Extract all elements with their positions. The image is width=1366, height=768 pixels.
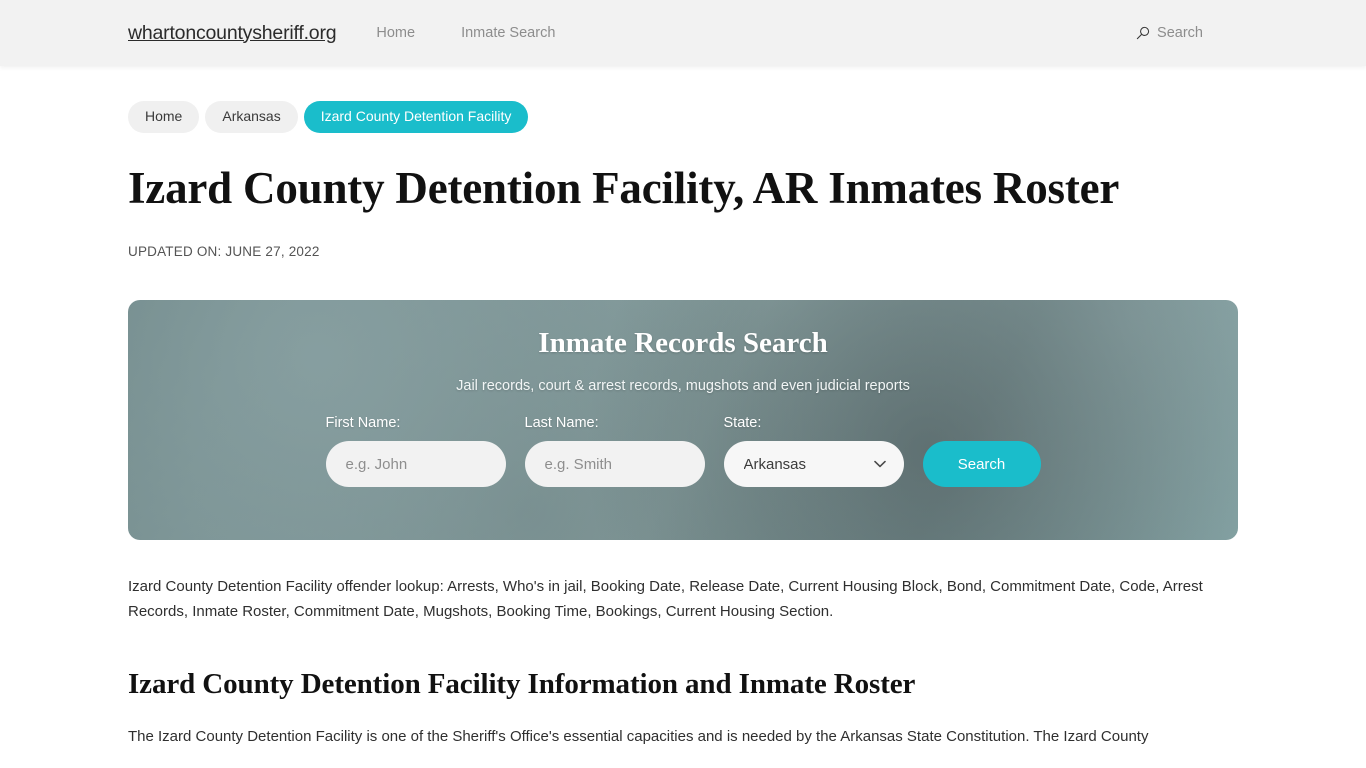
breadcrumb-item-current: Izard County Detention Facility (303, 101, 529, 133)
site-brand[interactable]: whartoncountysheriff.org (128, 22, 337, 45)
last-name-label: Last Name: (524, 415, 599, 432)
section-heading: Izard County Detention Facility Informat… (128, 667, 916, 700)
header-search-toggle[interactable]: Search (1136, 25, 1203, 41)
inmate-records-search-panel: Inmate Records Search Jail records, cour… (128, 300, 1238, 541)
search-panel-title: Inmate Records Search (538, 327, 828, 360)
nav-link-home[interactable]: Home (376, 25, 415, 41)
first-name-input[interactable] (325, 441, 506, 488)
last-name-field-group: Last Name: (524, 415, 705, 488)
breadcrumb-item-home[interactable]: Home (128, 101, 200, 133)
site-header: whartoncountysheriff.org Home Inmate Sea… (0, 0, 1366, 66)
first-name-label: First Name: (325, 415, 401, 432)
state-label: State: (723, 415, 762, 432)
header-search-label: Search (1157, 25, 1203, 41)
lead-paragraph: Izard County Detention Facility offender… (128, 578, 1203, 620)
search-panel-subtitle: Jail records, court & arrest records, mu… (456, 378, 910, 395)
state-select[interactable]: Arkansas (723, 441, 904, 488)
header-inner: whartoncountysheriff.org Home Inmate Sea… (128, 0, 1238, 66)
search-submit-button[interactable]: Search (922, 441, 1041, 488)
updated-on-text: UPDATED ON: JUNE 27, 2022 (128, 244, 320, 260)
search-icon (1136, 26, 1150, 40)
page-title: Izard County Detention Facility, AR Inma… (128, 162, 1120, 213)
nav-link-inmate-search[interactable]: Inmate Search (461, 25, 555, 41)
section-paragraph: The Izard County Detention Facility is o… (128, 727, 1149, 745)
main-nav: Home Inmate Search (376, 25, 555, 41)
breadcrumb: Home Arkansas Izard County Detention Fac… (128, 66, 1238, 133)
state-field-group: State: Arkansas (723, 415, 904, 488)
first-name-field-group: First Name: (325, 415, 506, 488)
state-select-wrap: Arkansas (723, 441, 904, 488)
last-name-input[interactable] (524, 441, 705, 488)
breadcrumb-item-arkansas[interactable]: Arkansas (205, 101, 298, 133)
page-container: Home Arkansas Izard County Detention Fac… (128, 66, 1238, 749)
inmate-search-form: First Name: Last Name: State: Arkansas (325, 415, 1041, 488)
